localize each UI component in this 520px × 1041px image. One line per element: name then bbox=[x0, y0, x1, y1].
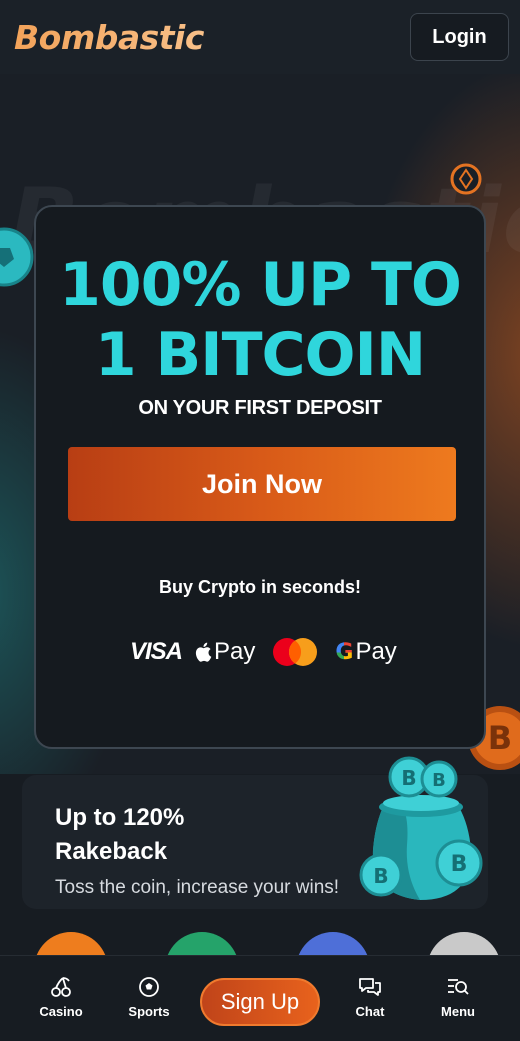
welcome-bonus-card: 100% UP TO 1 BITCOIN ON YOUR FIRST DEPOS… bbox=[34, 205, 486, 749]
nav-item-label: Casino bbox=[39, 1004, 83, 1019]
nav-item-sports[interactable]: Sports bbox=[114, 976, 184, 1019]
join-now-button[interactable]: Join Now bbox=[68, 447, 456, 521]
svg-text:B: B bbox=[488, 719, 512, 757]
nav-item-chat[interactable]: Chat bbox=[335, 976, 405, 1019]
rakeback-title: Up to 120% Rakeback bbox=[55, 804, 185, 865]
login-button[interactable]: Login bbox=[410, 13, 509, 61]
soccer-ball-decoration-icon bbox=[0, 227, 34, 287]
coin-pot-illustration-icon: B B B B bbox=[359, 756, 483, 900]
svg-text:B: B bbox=[451, 852, 468, 877]
apple-pay-logo: Pay bbox=[194, 638, 255, 666]
nav-item-label: Chat bbox=[355, 1004, 385, 1019]
soccer-ball-icon bbox=[139, 977, 159, 997]
chat-bubbles-icon bbox=[359, 978, 381, 996]
brand-logo[interactable]: Bombastic bbox=[14, 18, 204, 57]
payment-methods-row: VISA Pay G Pay bbox=[130, 635, 397, 669]
menu-search-icon bbox=[448, 979, 469, 995]
apple-icon bbox=[195, 642, 212, 662]
rakeback-subtitle: Toss the coin, increase your wins! bbox=[55, 877, 340, 898]
nav-item-casino[interactable]: Casino bbox=[26, 976, 96, 1019]
bonus-subheadline: ON YOUR FIRST DEPOSIT bbox=[138, 397, 382, 419]
mastercard-icon bbox=[273, 638, 318, 666]
sign-up-button[interactable]: Sign Up bbox=[200, 978, 320, 1026]
visa-logo: VISA bbox=[130, 638, 183, 665]
google-g-icon: G bbox=[335, 639, 354, 665]
nav-item-label: Sports bbox=[128, 1004, 170, 1019]
top-header: Bombastic Login bbox=[0, 0, 520, 74]
cherries-icon bbox=[51, 977, 71, 997]
ethereum-coin-decoration-icon bbox=[450, 163, 482, 195]
svg-text:B: B bbox=[373, 864, 388, 888]
google-pay-text: Pay bbox=[355, 638, 397, 665]
bottom-navigation: Casino Sports Sign Up Chat Menu bbox=[0, 955, 520, 1041]
bonus-headline-line2: 1 BITCOIN bbox=[94, 320, 426, 390]
svg-text:B: B bbox=[401, 766, 416, 790]
buy-crypto-text: Buy Crypto in seconds! bbox=[158, 577, 362, 597]
apple-pay-text: Pay bbox=[214, 638, 256, 665]
google-pay-logo: G Pay bbox=[335, 638, 396, 666]
mastercard-logo bbox=[271, 637, 319, 667]
bonus-headline-line1: 100% UP TO bbox=[59, 250, 462, 320]
svg-text:B: B bbox=[432, 770, 446, 791]
nav-item-label: Menu bbox=[441, 1004, 475, 1019]
nav-item-menu[interactable]: Menu bbox=[423, 976, 493, 1019]
